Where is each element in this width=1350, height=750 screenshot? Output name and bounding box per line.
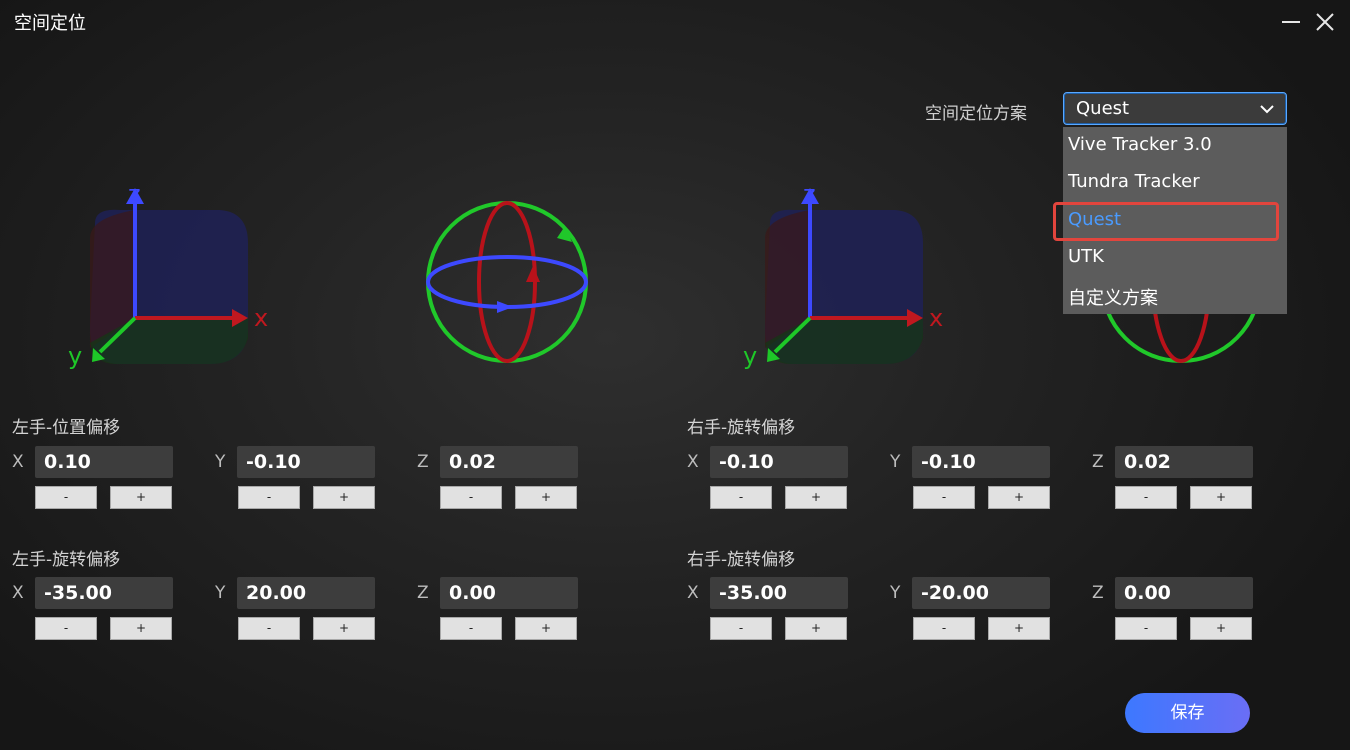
left-rotation-x-minus-button[interactable]: - bbox=[35, 617, 97, 640]
right-rotation-z-value: 0.00 bbox=[1124, 582, 1171, 604]
left-rotation-y-value: 20.00 bbox=[246, 582, 307, 604]
axis-label-y: y bbox=[743, 342, 757, 370]
left-position-title: 左手-位置偏移 bbox=[12, 418, 121, 438]
right-rotation-x-plus-button[interactable]: + bbox=[785, 617, 847, 640]
right-position-x-minus-button[interactable]: - bbox=[710, 486, 772, 509]
left-position-y-minus-button[interactable]: - bbox=[238, 486, 300, 509]
right-rotation-y-plus-button[interactable]: + bbox=[988, 617, 1050, 640]
scheme-option-tundra-tracker[interactable]: Tundra Tracker bbox=[1063, 164, 1287, 201]
right-rotation-title: 右手-旋转偏移 bbox=[687, 550, 796, 570]
left-rotation-z-field[interactable]: 0.00 bbox=[440, 577, 578, 609]
right-rotation-y-field[interactable]: -20.00 bbox=[912, 577, 1050, 609]
right-position-z-field[interactable]: 0.02 bbox=[1115, 446, 1253, 478]
scheme-option-custom[interactable]: 自定义方案 bbox=[1063, 277, 1287, 314]
right-position-z-label: Z bbox=[1092, 452, 1104, 472]
right-rotation-z-minus-button[interactable]: - bbox=[1115, 617, 1177, 640]
left-rotation-x-field[interactable]: -35.00 bbox=[35, 577, 173, 609]
left-position-z-plus-button[interactable]: + bbox=[515, 486, 577, 509]
axis-label-z: z bbox=[128, 180, 141, 208]
left-position-z-value: 0.02 bbox=[449, 451, 496, 473]
left-rotation-z-value: 0.00 bbox=[449, 582, 496, 604]
left-rotation-x-value: -35.00 bbox=[44, 582, 112, 604]
axis-label-x: x bbox=[929, 304, 943, 332]
right-position-z-plus-button[interactable]: + bbox=[1190, 486, 1252, 509]
right-position-title: 右手-旋转偏移 bbox=[687, 418, 796, 438]
left-rotation-x-label: X bbox=[12, 583, 24, 603]
right-rotation-x-label: X bbox=[687, 583, 699, 603]
left-position-z-minus-button[interactable]: - bbox=[440, 486, 502, 509]
right-rotation-y-value: -20.00 bbox=[921, 582, 989, 604]
right-rotation-z-plus-button[interactable]: + bbox=[1190, 617, 1252, 640]
left-rotation-y-label: Y bbox=[215, 583, 226, 603]
scheme-select[interactable]: Quest bbox=[1063, 92, 1287, 125]
title-bar: 空间定位 bbox=[0, 0, 1350, 44]
right-position-y-label: Y bbox=[890, 452, 901, 472]
scheme-selected-value: Quest bbox=[1076, 98, 1130, 119]
right-position-x-plus-button[interactable]: + bbox=[785, 486, 847, 509]
left-position-axes-gizmo: z x y bbox=[68, 180, 268, 370]
axis-label-y: y bbox=[68, 342, 82, 370]
right-position-x-field[interactable]: -0.10 bbox=[710, 446, 848, 478]
right-position-axes-gizmo: z x y bbox=[743, 180, 943, 370]
left-position-y-field[interactable]: -0.10 bbox=[237, 446, 375, 478]
left-position-x-value: 0.10 bbox=[44, 451, 91, 473]
scheme-label: 空间定位方案 bbox=[925, 104, 1027, 124]
right-position-y-minus-button[interactable]: - bbox=[913, 486, 975, 509]
right-position-y-field[interactable]: -0.10 bbox=[912, 446, 1050, 478]
right-position-x-label: X bbox=[687, 452, 699, 472]
left-rotation-title: 左手-旋转偏移 bbox=[12, 550, 121, 570]
scheme-option-utk[interactable]: UTK bbox=[1063, 239, 1287, 276]
scheme-dropdown: Vive Tracker 3.0 Tundra Tracker Quest UT… bbox=[1063, 127, 1287, 314]
left-position-y-value: -0.10 bbox=[246, 451, 301, 473]
left-position-z-label: Z bbox=[417, 452, 429, 472]
left-rotation-z-minus-button[interactable]: - bbox=[440, 617, 502, 640]
left-rotation-y-minus-button[interactable]: - bbox=[238, 617, 300, 640]
left-rotation-z-plus-button[interactable]: + bbox=[515, 617, 577, 640]
right-rotation-z-label: Z bbox=[1092, 583, 1104, 603]
left-position-x-label: X bbox=[12, 452, 24, 472]
right-position-y-plus-button[interactable]: + bbox=[988, 486, 1050, 509]
close-icon[interactable] bbox=[1310, 8, 1340, 36]
left-position-x-field[interactable]: 0.10 bbox=[35, 446, 173, 478]
right-position-z-value: 0.02 bbox=[1124, 451, 1171, 473]
right-rotation-x-minus-button[interactable]: - bbox=[710, 617, 772, 640]
left-rotation-y-plus-button[interactable]: + bbox=[313, 617, 375, 640]
right-position-y-value: -0.10 bbox=[921, 451, 976, 473]
left-rotation-sphere-gizmo bbox=[426, 201, 588, 363]
minimize-icon[interactable] bbox=[1276, 8, 1306, 36]
left-position-z-field[interactable]: 0.02 bbox=[440, 446, 578, 478]
right-rotation-y-minus-button[interactable]: - bbox=[913, 617, 975, 640]
right-rotation-z-field[interactable]: 0.00 bbox=[1115, 577, 1253, 609]
scheme-option-quest[interactable]: Quest bbox=[1063, 202, 1287, 239]
scheme-option-vive-tracker[interactable]: Vive Tracker 3.0 bbox=[1063, 127, 1287, 164]
left-position-x-plus-button[interactable]: + bbox=[110, 486, 172, 509]
right-position-x-value: -0.10 bbox=[719, 451, 774, 473]
left-rotation-z-label: Z bbox=[417, 583, 429, 603]
save-button[interactable]: 保存 bbox=[1125, 693, 1250, 733]
left-rotation-x-plus-button[interactable]: + bbox=[110, 617, 172, 640]
axis-label-z: z bbox=[803, 180, 816, 208]
chevron-down-icon bbox=[1260, 105, 1274, 114]
axis-label-x: x bbox=[254, 304, 268, 332]
window-title: 空间定位 bbox=[14, 13, 86, 34]
right-rotation-x-field[interactable]: -35.00 bbox=[710, 577, 848, 609]
right-rotation-x-value: -35.00 bbox=[719, 582, 787, 604]
left-position-x-minus-button[interactable]: - bbox=[35, 486, 97, 509]
right-position-z-minus-button[interactable]: - bbox=[1115, 486, 1177, 509]
left-position-y-label: Y bbox=[215, 452, 226, 472]
left-rotation-y-field[interactable]: 20.00 bbox=[237, 577, 375, 609]
left-position-y-plus-button[interactable]: + bbox=[313, 486, 375, 509]
right-rotation-y-label: Y bbox=[890, 583, 901, 603]
